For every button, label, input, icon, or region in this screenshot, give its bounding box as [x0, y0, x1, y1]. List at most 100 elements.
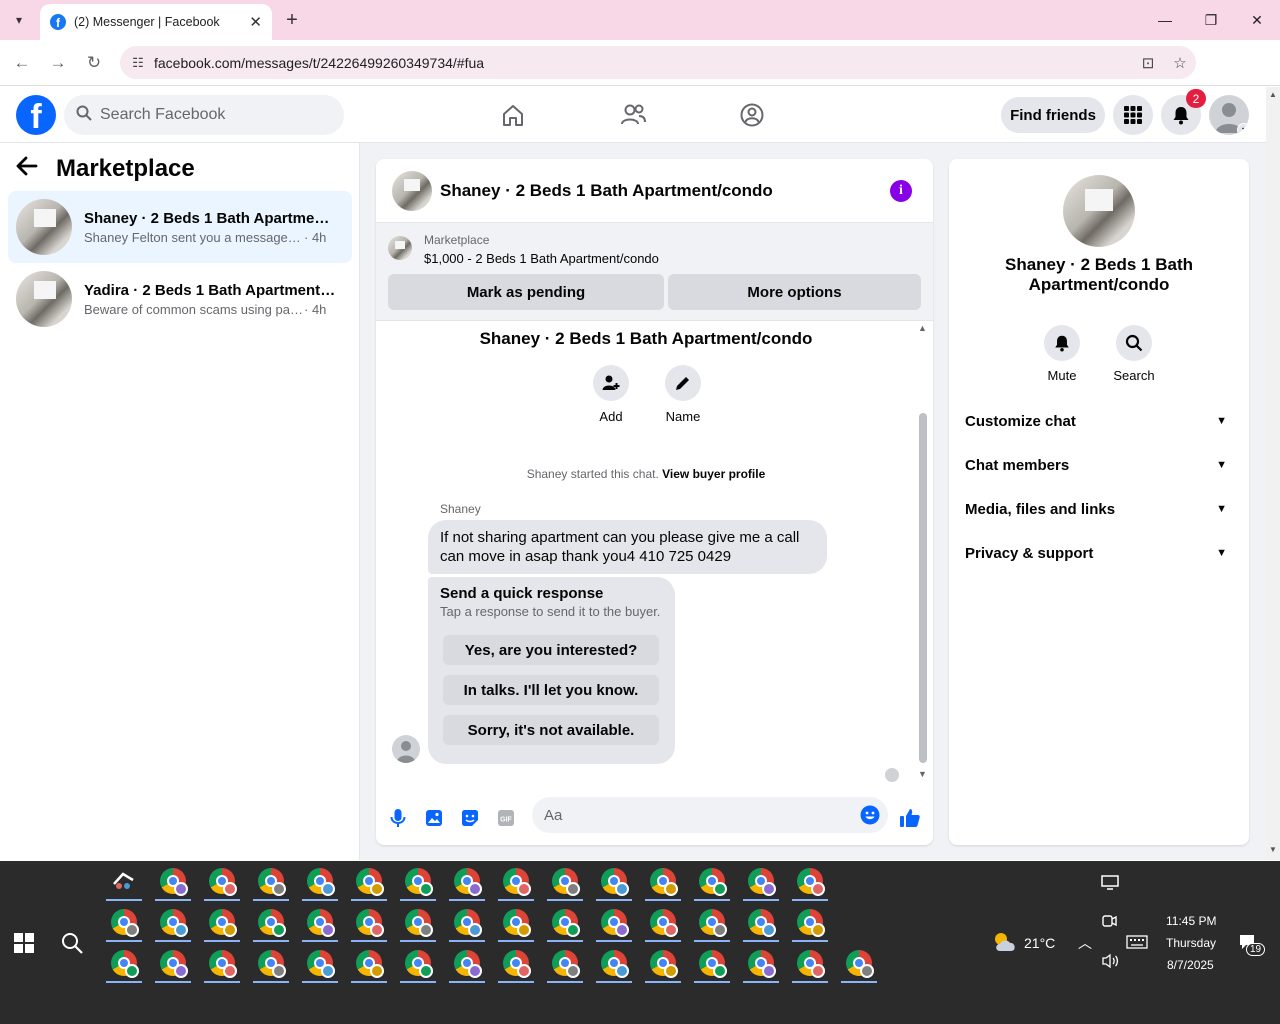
close-window-button[interactable]: ✕ [1234, 0, 1280, 40]
chrome-profile-icon[interactable] [396, 861, 440, 901]
thread-scrollbar[interactable]: ▲ ▼ [916, 321, 930, 781]
customize-chat-section[interactable]: Customize chat ▼ [965, 399, 1233, 443]
chrome-profile-icon[interactable] [249, 861, 293, 901]
chrome-profile-icon[interactable] [298, 943, 342, 983]
chrome-profile-icon[interactable] [494, 943, 538, 983]
chrome-profile-icon[interactable] [543, 902, 587, 942]
url-omnibox[interactable]: ☷ facebook.com/messages/t/24226499260349… [120, 46, 1196, 79]
taskbar-search-icon[interactable] [60, 931, 84, 955]
chrome-profile-icon[interactable] [102, 943, 146, 983]
groups-icon[interactable] [722, 95, 782, 135]
chrome-profile-icon[interactable] [200, 861, 244, 901]
browser-tab[interactable]: f (2) Messenger | Facebook ✕ [40, 4, 272, 40]
chrome-profile-icon[interactable] [739, 902, 783, 942]
chrome-profile-icon[interactable] [543, 861, 587, 901]
weather-cloud-icon[interactable] [992, 931, 1018, 956]
chrome-profile-icon[interactable] [396, 943, 440, 983]
tab-search-dropdown-icon[interactable]: ▾ [6, 8, 32, 32]
chrome-profile-icon[interactable] [690, 902, 734, 942]
windows-start-icon[interactable] [14, 933, 34, 953]
gif-icon[interactable]: GIF [495, 807, 517, 829]
clock-time[interactable]: 11:45 PM [1166, 914, 1216, 928]
keyboard-icon[interactable] [1126, 935, 1148, 952]
view-buyer-profile-link[interactable]: View buyer profile [662, 467, 765, 481]
message-thread[interactable]: ▲ ▼ Shaney · 2 Beds 1 Bath Apartment/con… [376, 321, 933, 791]
menu-grid-icon[interactable] [1113, 95, 1153, 135]
chrome-profile-icon[interactable] [151, 943, 195, 983]
chrome-profile-icon[interactable] [347, 943, 391, 983]
quick-response-in-talks-button[interactable]: In talks. I'll let you know. [443, 675, 659, 705]
thumbs-up-icon[interactable] [899, 807, 921, 829]
chrome-profile-icon[interactable] [347, 861, 391, 901]
chrome-profile-icon[interactable] [690, 943, 734, 983]
chrome-profile-icon[interactable] [249, 902, 293, 942]
chrome-profile-icon[interactable] [249, 943, 293, 983]
message-input[interactable] [544, 806, 844, 824]
chrome-profile-icon[interactable] [543, 943, 587, 983]
meet-now-icon[interactable] [1101, 913, 1117, 932]
search-conversation-button[interactable]: Search [1104, 325, 1164, 383]
friends-icon[interactable] [603, 95, 663, 135]
chrome-profile-icon[interactable] [494, 861, 538, 901]
chrome-profile-icon[interactable] [592, 861, 636, 901]
forward-arrow-icon[interactable]: → [44, 50, 72, 76]
chrome-profile-icon[interactable] [298, 902, 342, 942]
install-app-icon[interactable]: ⊡ [1132, 54, 1164, 72]
photo-icon[interactable] [423, 807, 445, 829]
mark-as-pending-button[interactable]: Mark as pending [388, 274, 664, 310]
conversation-item[interactable]: Yadira · 2 Beds 1 Bath Apartment/condo B… [8, 263, 352, 335]
chrome-profile-icon[interactable] [396, 902, 440, 942]
clock-date[interactable]: 8/7/2025 [1167, 958, 1214, 972]
chrome-profile-icon[interactable] [445, 902, 489, 942]
minimize-button[interactable]: — [1142, 0, 1188, 40]
chrome-profile-icon[interactable] [200, 902, 244, 942]
emoji-icon[interactable] [860, 805, 880, 830]
privacy-support-section[interactable]: Privacy & support ▼ [965, 531, 1233, 575]
chrome-profile-icon[interactable] [347, 902, 391, 942]
add-people-button[interactable]: Add [581, 365, 641, 424]
chrome-profile-icon[interactable] [298, 861, 342, 901]
message-input-box[interactable] [532, 797, 888, 833]
home-icon[interactable] [483, 95, 543, 135]
chrome-profile-icon[interactable] [641, 902, 685, 942]
chat-title[interactable]: Shaney · 2 Beds 1 Bath Apartment/condo [440, 181, 773, 201]
bookmark-star-icon[interactable]: ☆ [1164, 54, 1196, 72]
sticker-icon[interactable] [459, 807, 481, 829]
chrome-profile-icon[interactable] [445, 861, 489, 901]
chrome-profile-icon[interactable] [445, 943, 489, 983]
chrome-profile-icon[interactable] [151, 861, 195, 901]
chrome-profile-icon[interactable] [837, 943, 881, 983]
new-tab-button[interactable]: + [280, 8, 304, 32]
microphone-icon[interactable] [387, 807, 409, 829]
url-text[interactable]: facebook.com/messages/t/2422649926034973… [154, 55, 1132, 71]
site-info-icon[interactable]: ☷ [122, 55, 154, 71]
reload-icon[interactable]: ↻ [80, 50, 108, 76]
page-scrollbar[interactable]: ▲ ▼ [1266, 87, 1280, 860]
facebook-search[interactable] [64, 95, 344, 135]
chrome-profile-icon[interactable] [690, 861, 734, 901]
show-hidden-icons-chevron-icon[interactable]: ︿ [1078, 933, 1092, 953]
chat-members-section[interactable]: Chat members ▼ [965, 443, 1233, 487]
listing-price-title[interactable]: $1,000 - 2 Beds 1 Bath Apartment/condo [424, 251, 659, 266]
media-files-links-section[interactable]: Media, files and links ▼ [965, 487, 1233, 531]
quick-response-interested-button[interactable]: Yes, are you interested? [443, 635, 659, 665]
mute-button[interactable]: Mute [1032, 325, 1092, 383]
info-icon[interactable]: i [890, 180, 912, 202]
chrome-profile-icon[interactable] [788, 861, 832, 901]
name-chat-button[interactable]: Name [653, 365, 713, 424]
back-arrow-icon[interactable] [16, 155, 46, 183]
chrome-profile-icon[interactable] [200, 943, 244, 983]
snipping-tool-icon[interactable] [102, 861, 146, 901]
sender-avatar[interactable] [392, 735, 420, 763]
account-chevron-down-icon[interactable]: ▾ [1237, 123, 1249, 135]
facebook-search-input[interactable] [100, 106, 320, 124]
chrome-profile-icon[interactable] [151, 902, 195, 942]
conversation-item[interactable]: Shaney · 2 Beds 1 Bath Apartment/condo S… [8, 191, 352, 263]
chrome-profile-icon[interactable] [641, 943, 685, 983]
more-options-button[interactable]: More options [668, 274, 921, 310]
chrome-profile-icon[interactable] [592, 902, 636, 942]
volume-icon[interactable] [1101, 953, 1119, 972]
desktop-icon[interactable] [1101, 875, 1119, 894]
weather-temp[interactable]: 21°C [1024, 935, 1055, 951]
chrome-profile-icon[interactable] [102, 902, 146, 942]
